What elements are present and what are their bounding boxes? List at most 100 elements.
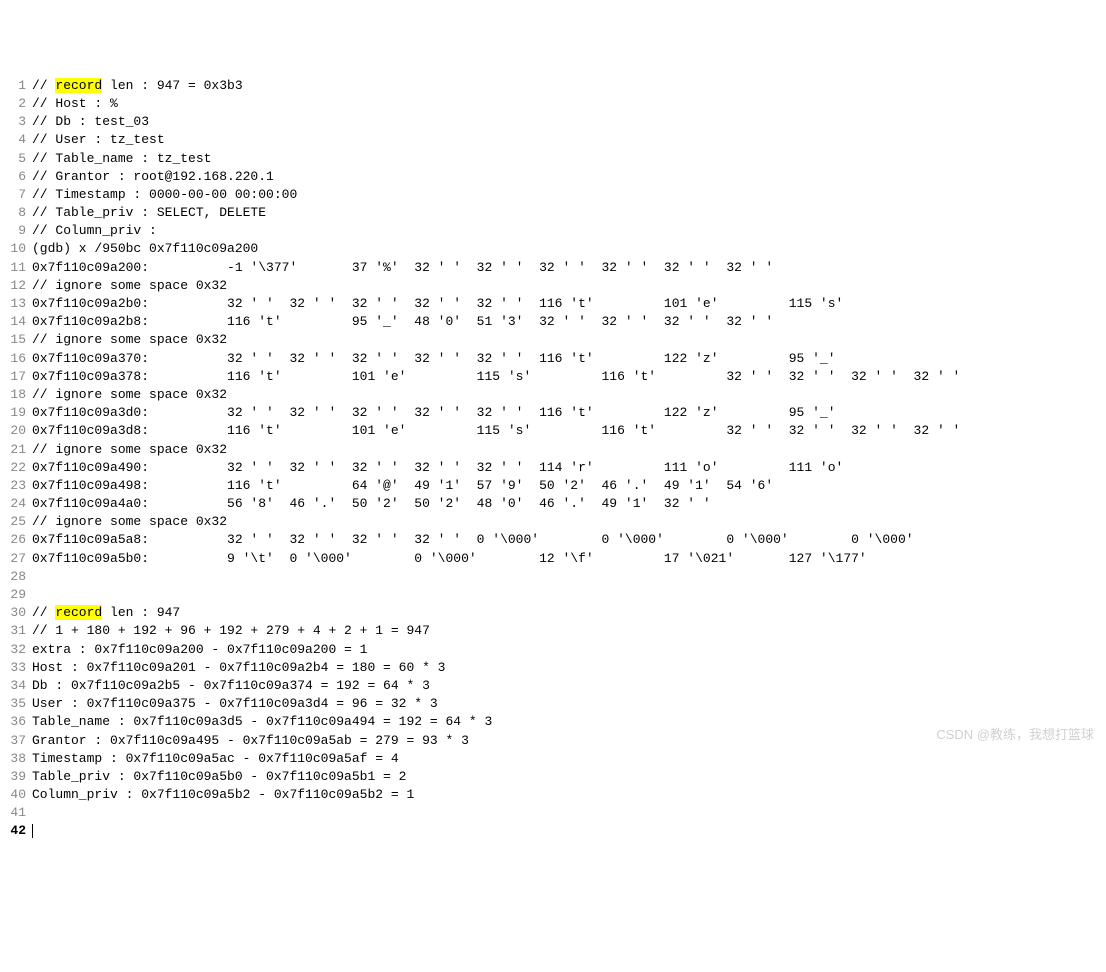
code-line: 9 // Column_priv :	[4, 222, 1102, 240]
line-number: 20	[4, 422, 26, 440]
line-number: 22	[4, 459, 26, 477]
code-line: 25 // ignore some space 0x32	[4, 513, 1102, 531]
code-line: 28	[4, 568, 1102, 586]
line-number: 17	[4, 368, 26, 386]
line-number: 9	[4, 222, 26, 240]
code-line: 7 // Timestamp : 0000-00-00 00:00:00	[4, 186, 1102, 204]
line-number: 8	[4, 204, 26, 222]
line-number: 31	[4, 622, 26, 640]
code-line: 37 Grantor : 0x7f110c09a495 - 0x7f110c09a…	[4, 732, 1102, 750]
code-line: 3 // Db : test_03	[4, 113, 1102, 131]
line-number: 14	[4, 313, 26, 331]
code-line: 23 0x7f110c09a498: 116 't' 64 '@' 49 '1' …	[4, 477, 1102, 495]
code-line: 33 Host : 0x7f110c09a201 - 0x7f110c09a2b4…	[4, 659, 1102, 677]
line-number: 39	[4, 768, 26, 786]
line-number: 15	[4, 331, 26, 349]
code-line: 20 0x7f110c09a3d8: 116 't' 101 'e' 115 's…	[4, 422, 1102, 440]
line-number: 37	[4, 732, 26, 750]
line-content: // ignore some space 0x32	[32, 513, 1102, 531]
line-number: 26	[4, 531, 26, 549]
code-line: 35 User : 0x7f110c09a375 - 0x7f110c09a3d4…	[4, 695, 1102, 713]
code-line: 110x7f110c09a200: -1 '\377' 37 '%' 32 ' …	[4, 259, 1102, 277]
line-content: Grantor : 0x7f110c09a495 - 0x7f110c09a5a…	[32, 732, 1102, 750]
line-content: // Table_name : tz_test	[32, 150, 1102, 168]
line-content: // Column_priv :	[32, 222, 1102, 240]
line-content: // record len : 947 = 0x3b3	[32, 77, 1102, 95]
code-line: 6 // Grantor : root@192.168.220.1	[4, 168, 1102, 186]
line-content: 0x7f110c09a5a8: 32 ' ' 32 ' ' 32 ' ' 32 …	[32, 531, 1102, 549]
line-content: // ignore some space 0x32	[32, 441, 1102, 459]
line-number: 23	[4, 477, 26, 495]
line-number: 12	[4, 277, 26, 295]
line-content: extra : 0x7f110c09a200 - 0x7f110c09a200 …	[32, 641, 1102, 659]
line-number: 27	[4, 550, 26, 568]
line-number: 18	[4, 386, 26, 404]
line-number: 36	[4, 713, 26, 731]
line-content: // Table_priv : SELECT, DELETE	[32, 204, 1102, 222]
code-line: 1// record len : 947 = 0x3b3	[4, 77, 1102, 95]
line-content: 0x7f110c09a200: -1 '\377' 37 '%' 32 ' ' …	[32, 259, 1102, 277]
line-number: 16	[4, 350, 26, 368]
code-line: 18 // ignore some space 0x32	[4, 386, 1102, 404]
line-number: 32	[4, 641, 26, 659]
highlighted-text: record	[55, 605, 102, 620]
line-content: // Grantor : root@192.168.220.1	[32, 168, 1102, 186]
line-content: // Timestamp : 0000-00-00 00:00:00	[32, 186, 1102, 204]
code-line: 39 Table_priv : 0x7f110c09a5b0 - 0x7f110c…	[4, 768, 1102, 786]
line-number: 7	[4, 186, 26, 204]
line-content: 0x7f110c09a498: 116 't' 64 '@' 49 '1' 57…	[32, 477, 1102, 495]
line-content: Column_priv : 0x7f110c09a5b2 - 0x7f110c0…	[32, 786, 1102, 804]
line-number: 33	[4, 659, 26, 677]
code-line: 26 0x7f110c09a5a8: 32 ' ' 32 ' ' 32 ' ' 3…	[4, 531, 1102, 549]
line-content: Table_priv : 0x7f110c09a5b0 - 0x7f110c09…	[32, 768, 1102, 786]
line-number: 25	[4, 513, 26, 531]
code-line: 4// User : tz_test	[4, 131, 1102, 149]
line-content: 0x7f110c09a378: 116 't' 101 'e' 115 's' …	[32, 368, 1102, 386]
text-cursor	[32, 824, 33, 838]
line-content: User : 0x7f110c09a375 - 0x7f110c09a3d4 =…	[32, 695, 1102, 713]
line-content: Db : 0x7f110c09a2b5 - 0x7f110c09a374 = 1…	[32, 677, 1102, 695]
code-line: 29	[4, 586, 1102, 604]
code-line: 15// ignore some space 0x32	[4, 331, 1102, 349]
code-line: 220x7f110c09a490: 32 ' ' 32 ' ' 32 ' ' 3…	[4, 459, 1102, 477]
code-line: 16 0x7f110c09a370: 32 ' ' 32 ' ' 32 ' ' 3…	[4, 350, 1102, 368]
code-line: 31 // 1 + 180 + 192 + 96 + 192 + 279 + 4 …	[4, 622, 1102, 640]
line-content: // ignore some space 0x32	[32, 386, 1102, 404]
line-content: // User : tz_test	[32, 131, 1102, 149]
line-number: 29	[4, 586, 26, 604]
line-number: 21	[4, 441, 26, 459]
code-line: 13 0x7f110c09a2b0: 32 ' ' 32 ' ' 32 ' ' 3…	[4, 295, 1102, 313]
line-content: 0x7f110c09a3d0: 32 ' ' 32 ' ' 32 ' ' 32 …	[32, 404, 1102, 422]
code-line: 140x7f110c09a2b8: 116 't' 95 '_' 48 '0' …	[4, 313, 1102, 331]
highlighted-text: record	[55, 78, 102, 93]
line-content: Host : 0x7f110c09a201 - 0x7f110c09a2b4 =…	[32, 659, 1102, 677]
line-number: 35	[4, 695, 26, 713]
line-content: Timestamp : 0x7f110c09a5ac - 0x7f110c09a…	[32, 750, 1102, 768]
line-content: 0x7f110c09a5b0: 9 '\t' 0 '\000' 0 '\000'…	[32, 550, 1102, 568]
line-number: 10	[4, 240, 26, 258]
line-content: // Db : test_03	[32, 113, 1102, 131]
code-line: 41	[4, 804, 1102, 822]
line-content: 0x7f110c09a370: 32 ' ' 32 ' ' 32 ' ' 32 …	[32, 350, 1102, 368]
line-number: 13	[4, 295, 26, 313]
line-number: 34	[4, 677, 26, 695]
line-number: 41	[4, 804, 26, 822]
code-line: 36Table_name : 0x7f110c09a3d5 - 0x7f110c…	[4, 713, 1102, 731]
line-content: // ignore some space 0x32	[32, 277, 1102, 295]
line-number: 30	[4, 604, 26, 622]
line-number: 24	[4, 495, 26, 513]
line-content: 0x7f110c09a2b0: 32 ' ' 32 ' ' 32 ' ' 32 …	[32, 295, 1102, 313]
line-number: 3	[4, 113, 26, 131]
code-line: 5// Table_name : tz_test	[4, 150, 1102, 168]
code-line: 30 // record len : 947	[4, 604, 1102, 622]
line-content: // Host : %	[32, 95, 1102, 113]
line-content: // record len : 947	[32, 604, 1102, 622]
code-line: 240x7f110c09a4a0: 56 '8' 46 '.' 50 '2' 5…	[4, 495, 1102, 513]
code-line: 190x7f110c09a3d0: 32 ' ' 32 ' ' 32 ' ' 3…	[4, 404, 1102, 422]
code-line: 27 0x7f110c09a5b0: 9 '\t' 0 '\000' 0 '\00…	[4, 550, 1102, 568]
line-number: 38	[4, 750, 26, 768]
line-number: 28	[4, 568, 26, 586]
line-content: 0x7f110c09a3d8: 116 't' 101 'e' 115 's' …	[32, 422, 1102, 440]
line-number: 6	[4, 168, 26, 186]
line-content: // 1 + 180 + 192 + 96 + 192 + 279 + 4 + …	[32, 622, 1102, 640]
